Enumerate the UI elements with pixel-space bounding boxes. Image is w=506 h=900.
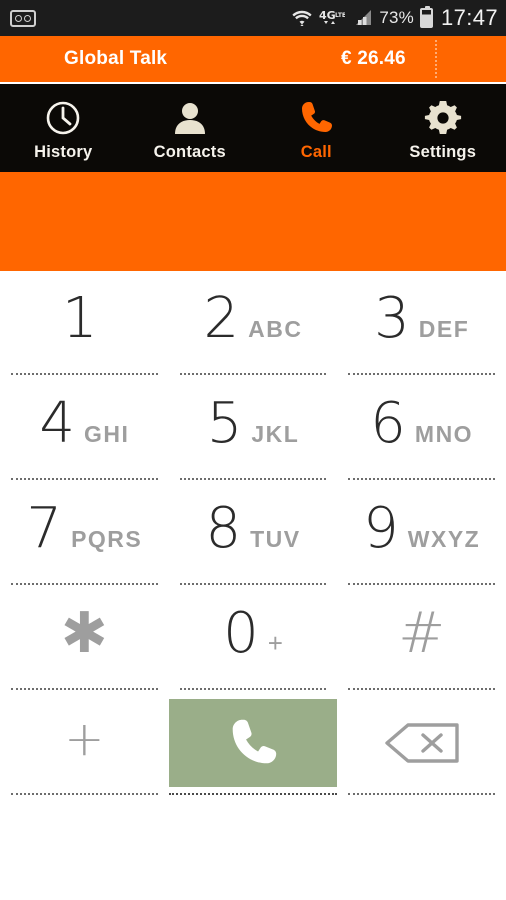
voicemail-icon xyxy=(10,9,36,27)
key-6-digit: 6 xyxy=(370,390,406,456)
clock-label: 17:47 xyxy=(440,5,498,30)
battery-percent-label: 73% xyxy=(379,8,414,27)
key-9-digit: 9 xyxy=(363,495,399,561)
phone-icon xyxy=(296,98,336,138)
dial-pad-row: 7 PQRS 8 TUV 9 WXYZ xyxy=(0,480,506,585)
key-divider xyxy=(11,793,158,795)
key-0-letters: + xyxy=(267,627,283,658)
battery-icon xyxy=(419,6,433,28)
key-5[interactable]: 5 JKL xyxy=(168,375,338,480)
key-5-letters: JKL xyxy=(251,420,300,447)
key-4[interactable]: 4 GHI xyxy=(0,375,169,480)
add-contact-button[interactable]: + xyxy=(0,690,169,795)
key-3-digit: 3 xyxy=(374,286,410,351)
key-2[interactable]: 2 ABC xyxy=(168,271,338,375)
key-hash[interactable]: # xyxy=(337,585,506,690)
tab-settings[interactable]: Settings xyxy=(380,84,506,172)
signal-bars-icon xyxy=(351,8,373,28)
balance-label[interactable]: € 26.46 xyxy=(341,48,406,70)
key-divider xyxy=(348,793,496,795)
status-bar-right: 4G LTE 73% 17:47 xyxy=(291,5,498,31)
key-6-letters: MNO xyxy=(414,420,474,447)
key-4-letters: GHI xyxy=(83,420,130,447)
key-star-digit: ✱ xyxy=(60,600,108,666)
svg-text:LTE: LTE xyxy=(335,12,345,19)
tab-contacts[interactable]: Contacts xyxy=(127,84,254,172)
tab-settings-label: Settings xyxy=(409,143,477,161)
gear-icon xyxy=(423,98,463,138)
key-9[interactable]: 9 WXYZ xyxy=(337,480,506,585)
key-3-letters: DEF xyxy=(418,316,470,342)
key-2-letters: ABC xyxy=(248,316,303,342)
tab-bar: History Contacts Call Settings xyxy=(0,84,506,172)
clock-icon xyxy=(43,98,83,138)
backspace-icon xyxy=(383,721,461,765)
key-2-digit: 2 xyxy=(203,286,240,351)
status-bar: 4G LTE 73% 17:47 xyxy=(0,0,506,36)
app-bar-divider xyxy=(435,40,437,78)
app-bar: Global Talk € 26.46 xyxy=(0,36,506,82)
network-type-icon: 4G LTE xyxy=(319,8,345,28)
key-6[interactable]: 6 MNO xyxy=(337,375,506,480)
tab-history-label: History xyxy=(34,143,93,161)
key-4-digit: 4 xyxy=(39,390,75,456)
key-1[interactable]: 1 xyxy=(0,271,169,375)
key-0[interactable]: 0 + xyxy=(168,585,338,690)
key-7-digit: 7 xyxy=(26,495,63,561)
call-button[interactable] xyxy=(168,690,338,795)
key-8-letters: TUV xyxy=(250,525,301,552)
dial-pad-action-row: + xyxy=(0,690,506,795)
key-7[interactable]: 7 PQRS xyxy=(0,480,169,585)
tab-history[interactable]: History xyxy=(0,84,127,172)
key-star[interactable]: ✱ xyxy=(0,585,169,690)
svg-text:4G: 4G xyxy=(319,9,336,22)
phone-handset-icon xyxy=(224,714,282,772)
key-8[interactable]: 8 TUV xyxy=(168,480,338,585)
app-title: Global Talk xyxy=(64,48,168,69)
status-bar-left xyxy=(10,9,36,27)
tab-contacts-label: Contacts xyxy=(153,143,226,161)
plus-icon: + xyxy=(64,710,105,767)
dial-pad: 1 2 ABC 3 DEF 4 GHI 5 JKL 6 MNO 7 PQRS 8… xyxy=(0,271,506,795)
phone-screen: 4G LTE 73% 17:47 Global Talk € 26.46 His… xyxy=(0,0,506,900)
tab-call-label: Call xyxy=(300,143,332,161)
key-divider xyxy=(168,793,338,795)
tab-call[interactable]: Call xyxy=(253,84,380,172)
dial-pad-row: 4 GHI 5 JKL 6 MNO xyxy=(0,375,506,480)
call-button-surface xyxy=(168,698,338,787)
dial-pad-row: ✱ 0 + # xyxy=(0,585,506,690)
backspace-button[interactable] xyxy=(337,690,506,795)
key-8-digit: 8 xyxy=(205,495,242,561)
number-display[interactable] xyxy=(0,172,506,271)
dial-pad-row: 1 2 ABC 3 DEF xyxy=(0,271,506,375)
key-7-letters: PQRS xyxy=(71,525,143,552)
key-9-letters: WXYZ xyxy=(407,525,481,552)
key-1-digit: 1 xyxy=(62,286,98,351)
key-0-digit: 0 xyxy=(223,600,259,666)
key-5-digit: 5 xyxy=(206,390,243,456)
wifi-icon xyxy=(291,8,313,28)
key-hash-digit: # xyxy=(398,600,446,666)
key-3[interactable]: 3 DEF xyxy=(337,271,506,375)
person-icon xyxy=(170,98,210,138)
